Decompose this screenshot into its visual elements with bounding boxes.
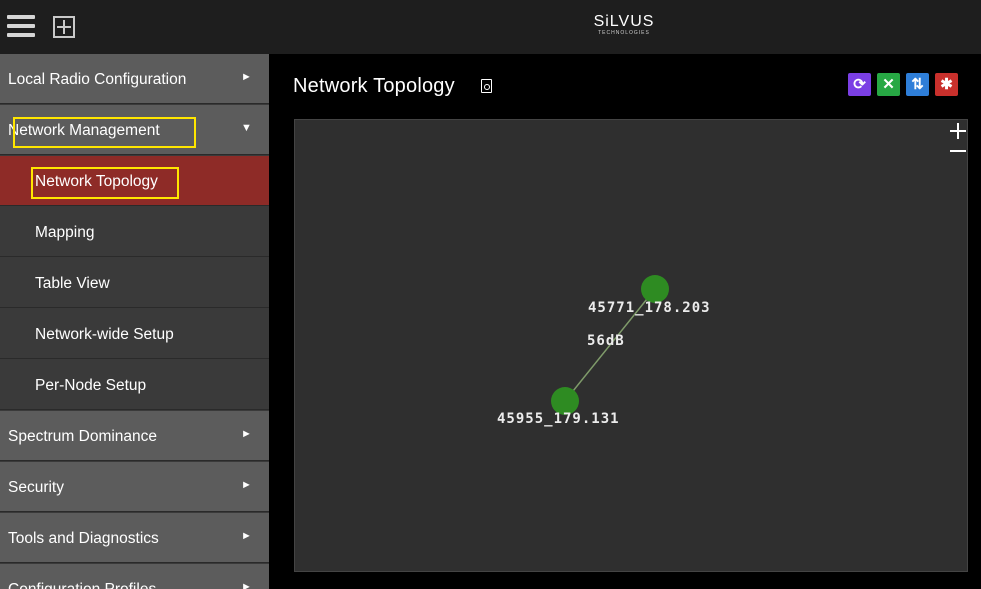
sidebar-item-per-node-setup[interactable]: Per-Node Setup	[0, 360, 269, 410]
topology-canvas[interactable]: 45771_178.203 56dB 45955_179.131	[294, 119, 968, 572]
sidebar-item-security[interactable]: Security ►	[0, 462, 269, 512]
page-title: Network Topology	[293, 75, 455, 97]
highlight-network-management	[13, 117, 196, 148]
collapse-arrow-icon: ▼	[241, 122, 252, 134]
node-label-45771: 45771_178.203	[588, 300, 711, 316]
expand-arrow-icon: ►	[241, 428, 252, 440]
link-signal-label: 56dB	[587, 333, 625, 349]
info-icon[interactable]	[481, 79, 492, 93]
add-icon[interactable]	[53, 16, 75, 38]
sidebar-item-label: Spectrum Dominance	[8, 428, 158, 445]
topology-graph	[551, 275, 669, 415]
settings-gear-button[interactable]: ✱	[935, 73, 958, 96]
node-45771[interactable]	[641, 275, 669, 303]
highlight-network-topology	[31, 167, 179, 199]
expand-arrow-icon: ►	[241, 71, 252, 83]
silvus-logo: SiLVUS TECHNOLOGIES	[582, 13, 666, 37]
sidebar-item-tools-and-diagnostics[interactable]: Tools and Diagnostics ►	[0, 513, 269, 563]
sort-button[interactable]: ⇅	[906, 73, 929, 96]
refresh-button[interactable]: ⟳	[848, 73, 871, 96]
sidebar-item-label: Table View	[35, 275, 110, 292]
sidebar-item-mapping[interactable]: Mapping	[0, 207, 269, 257]
sidebar-item-configuration-profiles[interactable]: Configuration Profiles ►	[0, 564, 269, 589]
sidebar-item-spectrum-dominance[interactable]: Spectrum Dominance ►	[0, 411, 269, 461]
logo-name: SiLVUS	[593, 13, 655, 30]
sidebar-item-label: Local Radio Configuration	[8, 71, 187, 88]
sidebar-item-label: Configuration Profiles	[8, 581, 156, 589]
top-bar: SiLVUS TECHNOLOGIES	[0, 0, 981, 54]
sidebar-item-label: Network-wide Setup	[35, 326, 174, 343]
sidebar-item-local-radio-configuration[interactable]: Local Radio Configuration ►	[0, 54, 269, 104]
sidebar-item-network-wide-setup[interactable]: Network-wide Setup	[0, 309, 269, 359]
expand-arrow-icon: ►	[241, 530, 252, 542]
sidebar-item-label: Per-Node Setup	[35, 377, 147, 394]
sidebar-item-label: Mapping	[35, 224, 95, 241]
sidebar: Local Radio Configuration ► Network Mana…	[0, 54, 269, 589]
sidebar-item-label: Tools and Diagnostics	[8, 530, 159, 547]
hamburger-menu-icon[interactable]	[7, 12, 35, 40]
sidebar-item-table-view[interactable]: Table View	[0, 258, 269, 308]
expand-arrow-icon: ►	[241, 479, 252, 491]
node-label-45955: 45955_179.131	[497, 411, 620, 427]
topology-layout-button[interactable]: ✕	[877, 73, 900, 96]
expand-arrow-icon: ►	[241, 581, 252, 589]
logo-subtitle: TECHNOLOGIES	[598, 30, 650, 36]
sidebar-item-label: Security	[8, 479, 64, 496]
